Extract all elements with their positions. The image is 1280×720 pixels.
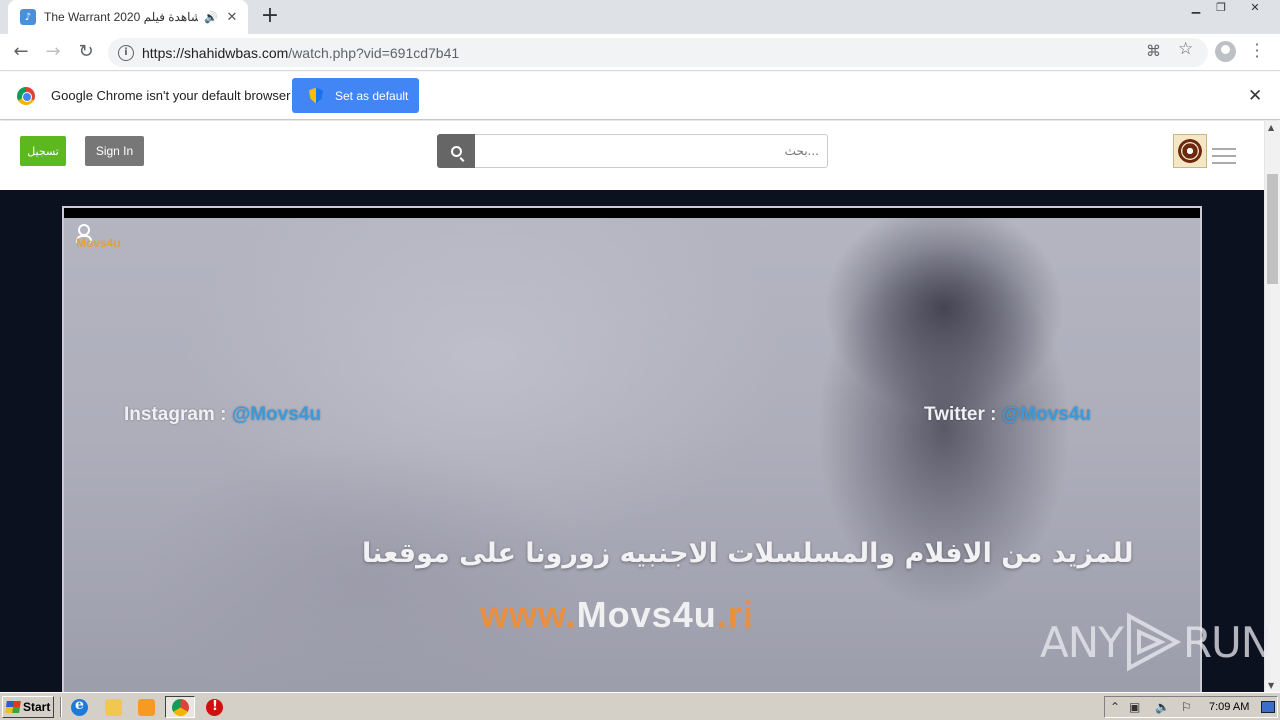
browser-tab[interactable]: ♪ The Warrant 2020 مشاهدة فيلم 🔊 ✕ bbox=[8, 0, 248, 34]
url-host: https://shahidwbas.com bbox=[142, 44, 289, 61]
promo-url-suffix: .ri bbox=[716, 594, 754, 635]
hamburger-menu-icon[interactable] bbox=[1212, 148, 1236, 169]
action-center-flag-icon[interactable]: ⚐ bbox=[1181, 700, 1192, 714]
reload-icon[interactable]: ↻ bbox=[74, 40, 98, 64]
infobar-close-icon[interactable]: ✕ bbox=[1248, 86, 1262, 106]
back-arrow-icon[interactable]: ← bbox=[9, 40, 33, 64]
promo-url-prefix: www. bbox=[480, 594, 577, 635]
scroll-down-arrow-icon[interactable]: ▼ bbox=[1268, 681, 1274, 690]
search-button[interactable] bbox=[437, 134, 475, 168]
search-icon bbox=[450, 145, 462, 157]
start-label: Start bbox=[23, 700, 51, 714]
translate-icon[interactable]: ⌘ bbox=[1146, 42, 1161, 60]
tray-expand-icon[interactable]: ⌃ bbox=[1110, 700, 1120, 714]
promo-url: www.Movs4u.ri bbox=[480, 594, 754, 636]
instagram-watermark: Instagram : @Movs4u bbox=[124, 404, 321, 426]
anyrun-watermark: ANY RUN bbox=[1040, 612, 1272, 672]
default-browser-infobar: Google Chrome isn't your default browser… bbox=[0, 72, 1280, 120]
register-button[interactable]: تسجيل bbox=[20, 136, 66, 166]
volume-icon[interactable]: 🔈 bbox=[1155, 700, 1170, 714]
windows-taskbar: Start ⌃ ▣ 🔈 ⚐ 7:09 AM bbox=[0, 692, 1280, 720]
set-as-default-label: Set as default bbox=[335, 88, 409, 103]
taskbar-clock[interactable]: 7:09 AM bbox=[1209, 701, 1249, 713]
close-window-icon[interactable]: ✕ bbox=[1238, 0, 1272, 18]
chrome-icon[interactable] bbox=[172, 699, 189, 716]
browser-menu-icon[interactable]: · · · bbox=[1252, 37, 1262, 65]
twitter-watermark: Twitter : @Movs4u bbox=[924, 404, 1091, 426]
site-info-icon[interactable]: i bbox=[118, 44, 134, 61]
instagram-handle: @Movs4u bbox=[231, 404, 321, 425]
anyrun-right-text: RUN bbox=[1182, 617, 1272, 667]
promo-caption: للمزيد من الافلام والمسلسلات الاجنبيه زو… bbox=[362, 538, 1134, 569]
media-player-icon[interactable] bbox=[138, 699, 155, 716]
infobar-message: Google Chrome isn't your default browser bbox=[51, 88, 291, 103]
uac-shield-icon bbox=[309, 87, 323, 104]
show-desktop-icon[interactable] bbox=[1261, 701, 1275, 713]
chrome-logo-icon bbox=[17, 87, 35, 105]
twitter-label: Twitter : bbox=[924, 404, 1002, 425]
browser-toolbar: ← → ↻ i https://shahidwbas.com/watch.php… bbox=[0, 34, 1280, 71]
warning-app-icon[interactable] bbox=[206, 699, 223, 716]
tab-strip: ♪ The Warrant 2020 مشاهدة فيلم 🔊 ✕ + ▁ ❐… bbox=[0, 0, 1280, 34]
promo-url-name: Movs4u bbox=[576, 594, 717, 635]
windows-flag-icon bbox=[5, 701, 21, 713]
site-header: تسجيل Sign In bbox=[0, 121, 1264, 190]
twitter-handle: @Movs4u bbox=[1001, 404, 1092, 425]
url-path: /watch.php?vid=691cd7b41 bbox=[288, 44, 460, 61]
tab-title: The Warrant 2020 مشاهدة فيلم bbox=[44, 10, 199, 24]
anyrun-left-text: ANY bbox=[1040, 617, 1124, 667]
folder-icon[interactable] bbox=[105, 699, 122, 716]
tab-close-icon[interactable]: ✕ bbox=[224, 10, 240, 25]
play-triangle-icon bbox=[1126, 612, 1181, 672]
address-bar[interactable]: i https://shahidwbas.com/watch.php?vid=6… bbox=[108, 38, 1208, 67]
speaker-icon[interactable]: 🔊 bbox=[204, 11, 218, 24]
logo-emblem-icon bbox=[1178, 139, 1202, 163]
page-scrollbar[interactable]: ▲ ▼ bbox=[1264, 121, 1280, 692]
restore-window-icon[interactable]: ❐ bbox=[1208, 0, 1234, 18]
profile-avatar-icon[interactable] bbox=[1215, 41, 1236, 62]
music-note-icon: ♪ bbox=[20, 9, 36, 25]
network-icon[interactable]: ▣ bbox=[1129, 700, 1140, 714]
start-button[interactable]: Start bbox=[2, 696, 54, 718]
forward-arrow-icon[interactable]: → bbox=[41, 40, 65, 64]
site-logo[interactable] bbox=[1173, 134, 1207, 168]
sign-in-button[interactable]: Sign In bbox=[85, 136, 144, 166]
quicklaunch-divider bbox=[60, 697, 62, 717]
scrollbar-thumb[interactable] bbox=[1267, 174, 1278, 284]
set-as-default-button[interactable]: Set as default bbox=[292, 78, 419, 113]
scroll-up-arrow-icon[interactable]: ▲ bbox=[1268, 123, 1274, 132]
video-frame[interactable]: Movs4u Instagram : @Movs4u Twitter : @Mo… bbox=[64, 218, 1200, 694]
video-player[interactable]: Movs4u Instagram : @Movs4u Twitter : @Mo… bbox=[62, 206, 1202, 696]
instagram-label: Instagram : bbox=[124, 404, 232, 425]
bookmark-star-icon[interactable]: ☆ bbox=[1178, 39, 1193, 59]
search-input[interactable] bbox=[475, 134, 828, 168]
video-watermark: Movs4u bbox=[76, 236, 121, 250]
minimize-window-icon[interactable]: ▁ bbox=[1183, 0, 1209, 18]
system-tray: ⌃ ▣ 🔈 ⚐ 7:09 AM bbox=[1104, 696, 1278, 718]
watermark-text: Movs4u bbox=[76, 236, 121, 250]
internet-explorer-icon[interactable] bbox=[71, 697, 88, 716]
new-tab-button[interactable]: + bbox=[258, 4, 282, 28]
url-text[interactable]: https://shahidwbas.com/watch.php?vid=691… bbox=[142, 45, 459, 61]
